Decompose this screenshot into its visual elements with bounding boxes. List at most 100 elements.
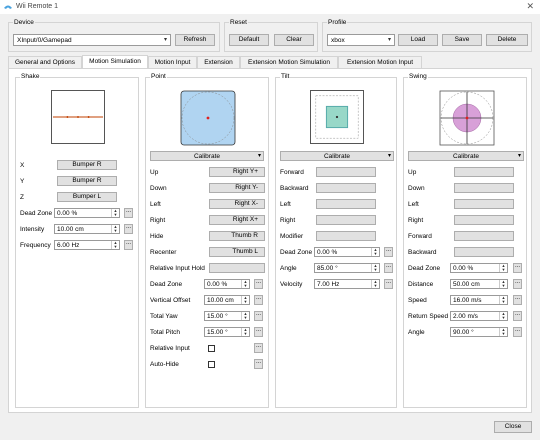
swing-retspeed-spinbox[interactable]: 2.00 m/s ▲ ▼ <box>450 311 508 321</box>
device-select[interactable]: XInput/0/Gamepad ▾ <box>13 34 171 46</box>
tab-extension-motion-simulation[interactable]: Extension Motion Simulation <box>240 56 338 68</box>
point-deadzone-more-button[interactable]: ... <box>254 279 263 289</box>
shake-x-binding[interactable]: Bumper R <box>57 160 117 170</box>
spin-arrows-icon[interactable]: ▲ ▼ <box>241 312 249 320</box>
profile-select-value: xbox <box>331 37 345 44</box>
spin-arrows-icon[interactable]: ▲ ▼ <box>499 296 507 304</box>
spin-arrows-icon[interactable]: ▲ ▼ <box>499 280 507 288</box>
shake-intensity-more-button[interactable]: ... <box>124 224 133 234</box>
chevron-down-icon: ▾ <box>517 153 521 159</box>
spin-arrows-icon[interactable]: ▲ ▼ <box>241 328 249 336</box>
point-left-binding[interactable]: Right X- <box>209 199 265 209</box>
tab-motion-simulation[interactable]: Motion Simulation <box>82 55 148 69</box>
spin-arrows-icon[interactable]: ▲ ▼ <box>371 280 379 288</box>
point-yaw-spinbox[interactable]: 15.00 ° ▲ ▼ <box>204 311 250 321</box>
swing-forward-binding[interactable] <box>454 231 514 241</box>
swing-backward-binding[interactable] <box>454 247 514 257</box>
swing-calibrate-button[interactable]: Calibrate ▾ <box>408 151 524 161</box>
shake-intensity-spinbox[interactable]: 10.00 cm ▲ ▼ <box>54 224 120 234</box>
tilt-angle-spinbox[interactable]: 85.00 ° ▲ ▼ <box>314 263 380 273</box>
shake-y-binding[interactable]: Bumper R <box>57 176 117 186</box>
swing-angle-more-button[interactable]: ... <box>513 327 522 337</box>
point-recenter-binding[interactable]: Thumb L <box>209 247 265 257</box>
swing-down-binding[interactable] <box>454 183 514 193</box>
shake-z-binding[interactable]: Bumper L <box>57 192 117 202</box>
shake-deadzone-spinbox[interactable]: 0.00 % ▲ ▼ <box>54 208 120 218</box>
spin-arrows-icon[interactable]: ▲ ▼ <box>371 248 379 256</box>
clear-button[interactable]: Clear <box>274 34 314 46</box>
load-button[interactable]: Load <box>398 34 438 46</box>
swing-distance-more-button[interactable]: ... <box>513 279 522 289</box>
default-button[interactable]: Default <box>229 34 269 46</box>
delete-button[interactable]: Delete <box>486 34 528 46</box>
tilt-velocity-spinbox[interactable]: 7.00 Hz ▲ ▼ <box>314 279 380 289</box>
profile-select[interactable]: xbox ▾ <box>327 34 395 46</box>
tab-motion-input[interactable]: Motion Input <box>148 56 197 68</box>
shake-frequency-spinbox[interactable]: 6.00 Hz ▲ ▼ <box>54 240 120 250</box>
point-voffset-value: 10.00 cm <box>207 297 234 304</box>
tilt-right-binding[interactable] <box>316 215 376 225</box>
point-pitch-spinbox[interactable]: 15.00 ° ▲ ▼ <box>204 327 250 337</box>
swing-up-binding[interactable] <box>454 167 514 177</box>
point-relinput-checkbox[interactable] <box>208 345 215 352</box>
tab-extension[interactable]: Extension <box>197 56 240 68</box>
point-yaw-more-button[interactable]: ... <box>254 311 263 321</box>
point-deadzone-spinbox[interactable]: 0.00 % ▲ ▼ <box>204 279 250 289</box>
device-label: Device <box>13 19 35 26</box>
swing-deadzone-value: 0.00 % <box>453 265 474 272</box>
swing-speed-more-button[interactable]: ... <box>513 295 522 305</box>
swing-deadzone-spinbox[interactable]: 0.00 % ▲ ▼ <box>450 263 508 273</box>
spin-arrows-icon[interactable]: ▲ ▼ <box>241 296 249 304</box>
swing-angle-spinbox[interactable]: 90.00 ° ▲ ▼ <box>450 327 508 337</box>
shake-deadzone-more-button[interactable]: ... <box>124 208 133 218</box>
point-relhold-binding[interactable] <box>209 263 265 273</box>
shake-title: Shake <box>20 73 41 80</box>
swing-distance-spinbox[interactable]: 50.00 cm ▲ ▼ <box>450 279 508 289</box>
tab-general-options[interactable]: General and Options <box>8 56 82 68</box>
tab-extension-motion-input[interactable]: Extension Motion Input <box>338 56 422 68</box>
spin-arrows-icon[interactable]: ▲ ▼ <box>499 328 507 336</box>
point-up-binding[interactable]: Right Y+ <box>209 167 265 177</box>
point-autohide-checkbox[interactable] <box>208 361 215 368</box>
point-right-binding[interactable]: Right X+ <box>209 215 265 225</box>
spin-arrows-icon[interactable]: ▲ ▼ <box>499 264 507 272</box>
point-autohide-more-button[interactable]: ... <box>254 359 263 369</box>
tilt-forward-binding[interactable] <box>316 167 376 177</box>
tilt-deadzone-value: 0.00 % <box>317 249 338 256</box>
reset-label: Reset <box>229 19 248 26</box>
spin-arrows-icon[interactable]: ▲ ▼ <box>499 312 507 320</box>
tilt-calibrate-button[interactable]: Calibrate ▾ <box>280 151 394 161</box>
point-down-binding[interactable]: Right Y- <box>209 183 265 193</box>
refresh-button[interactable]: Refresh <box>175 34 215 46</box>
app-icon <box>4 5 12 9</box>
spin-arrows-icon[interactable]: ▲ ▼ <box>371 264 379 272</box>
spin-arrows-icon[interactable]: ▲ ▼ <box>111 241 119 249</box>
tilt-left-binding[interactable] <box>316 199 376 209</box>
point-voffset-more-button[interactable]: ... <box>254 295 263 305</box>
tilt-velocity-more-button[interactable]: ... <box>384 279 393 289</box>
swing-deadzone-more-button[interactable]: ... <box>513 263 522 273</box>
spin-arrows-icon[interactable]: ▲ ▼ <box>111 209 119 217</box>
point-voffset-spinbox[interactable]: 10.00 cm ▲ ▼ <box>204 295 250 305</box>
swing-right-binding[interactable] <box>454 215 514 225</box>
shake-frequency-more-button[interactable]: ... <box>124 240 133 250</box>
point-calibrate-label: Calibrate <box>193 153 220 160</box>
tilt-backward-binding[interactable] <box>316 183 376 193</box>
tilt-deadzone-more-button[interactable]: ... <box>384 247 393 257</box>
swing-speed-spinbox[interactable]: 16.00 m/s ▲ ▼ <box>450 295 508 305</box>
swing-right-label: Right <box>408 217 424 224</box>
point-pitch-more-button[interactable]: ... <box>254 327 263 337</box>
tilt-deadzone-spinbox[interactable]: 0.00 % ▲ ▼ <box>314 247 380 257</box>
close-window-icon[interactable]: ✕ <box>526 1 534 12</box>
swing-left-binding[interactable] <box>454 199 514 209</box>
swing-retspeed-more-button[interactable]: ... <box>513 311 522 321</box>
tilt-modifier-binding[interactable] <box>316 231 376 241</box>
tilt-angle-more-button[interactable]: ... <box>384 263 393 273</box>
spin-arrows-icon[interactable]: ▲ ▼ <box>241 280 249 288</box>
point-hide-binding[interactable]: Thumb R <box>209 231 265 241</box>
close-button[interactable]: Close <box>494 421 532 433</box>
point-calibrate-button[interactable]: Calibrate ▾ <box>150 151 264 161</box>
save-button[interactable]: Save <box>442 34 482 46</box>
point-relinput-more-button[interactable]: ... <box>254 343 263 353</box>
spin-arrows-icon[interactable]: ▲ ▼ <box>111 225 119 233</box>
